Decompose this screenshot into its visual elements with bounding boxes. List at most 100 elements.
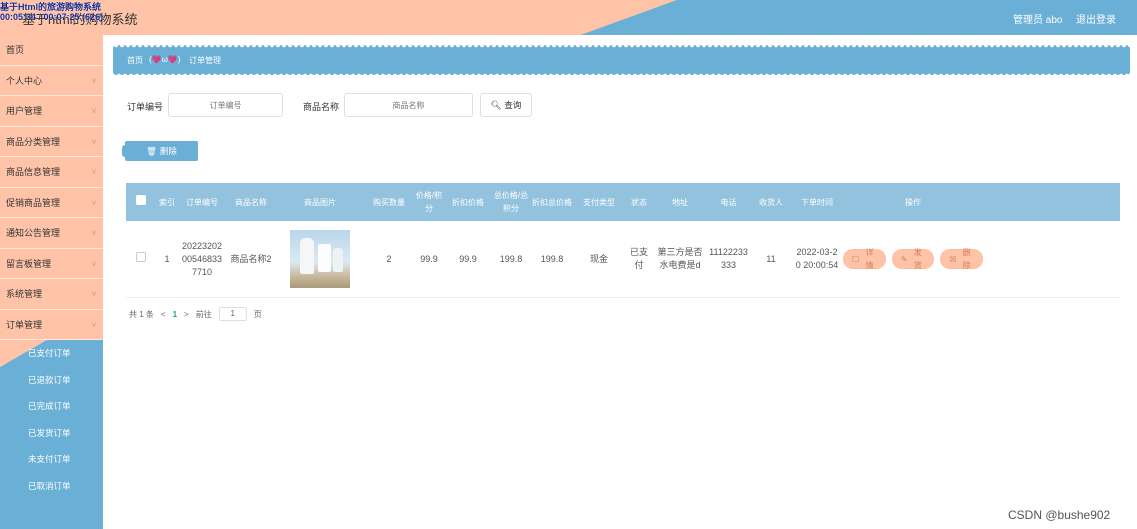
- sidebar: 首页 个人中心 ∨ 用户管理 ∨ 商品分类管理 ∨ 商品信息管理 ∨ 促销商品管理 ∨ 通知公告管理 ∨…: [0, 35, 103, 529]
- sidebar-item[interactable]: 系统管理 ∨: [0, 279, 103, 310]
- goto-label: 前往: [195, 309, 212, 319]
- breadcrumb-emoji: (💗ω💗): [149, 55, 181, 64]
- chevron-down-icon: ∨: [91, 75, 97, 85]
- submenu-item[interactable]: 已发货订单: [0, 420, 103, 447]
- column-header: 索引: [159, 197, 175, 207]
- cell-discount-total: 199.8: [540, 253, 564, 264]
- breadcrumb-current: 订单管理: [189, 56, 221, 65]
- column-header: 操作: [905, 197, 921, 207]
- trash-icon: ☒: [949, 254, 957, 264]
- chevron-down-icon: ∨: [91, 289, 97, 299]
- overlay-line-1: 基于Html的旅游购物系统: [0, 2, 102, 12]
- table-row: 1 2022320200546833 7710 商品名称2 2 99.9 99.9 199.…: [126, 221, 1120, 298]
- cell-phone: 11122233333: [709, 247, 748, 270]
- column-header: 电话: [720, 197, 737, 207]
- watermark: CSDN @bushe902: [1008, 508, 1111, 522]
- row-select-cell: [126, 252, 156, 266]
- sidebar-item[interactable]: 商品分类管理 ∨: [0, 126, 103, 157]
- next-page-button[interactable]: >: [184, 310, 189, 319]
- select-all-checkbox[interactable]: [136, 195, 146, 205]
- chevron-down-icon: ∨: [91, 228, 97, 238]
- sidebar-item[interactable]: 通知公告管理 ∨: [0, 218, 103, 249]
- submenu-item[interactable]: 已取消订单: [0, 473, 103, 500]
- sidebar-item[interactable]: 首页: [0, 35, 103, 66]
- column-header: 总价格/总积分: [493, 191, 529, 213]
- product-name-label: 商品名称: [303, 102, 340, 112]
- query-button[interactable]: 🔍︎ 查询: [480, 93, 532, 117]
- select-all-cell: [126, 195, 156, 209]
- ship-button[interactable]: ✎ 发货: [891, 248, 935, 270]
- column-header: 商品图片: [304, 197, 336, 207]
- cell-receiver: 11: [766, 253, 776, 264]
- product-name-input[interactable]: [344, 93, 473, 117]
- order-no-label: 订单编号: [127, 102, 164, 112]
- chevron-down-icon: ∨: [91, 106, 97, 116]
- detail-button[interactable]: ☐ 详情: [843, 248, 886, 270]
- sidebar-item-label: 订单管理: [6, 319, 43, 330]
- column-header: 订单编号: [186, 197, 218, 207]
- breadcrumb-home[interactable]: 首页: [127, 55, 143, 66]
- orders-table: 索引 订单编号 商品名称 商品图片 购买数量 价格/积分 折扣价格 总价格/总积分 折扣总价格 支…: [126, 183, 1120, 298]
- trash-icon: 🗑︎: [146, 145, 157, 156]
- cell-product: 商品名称2: [230, 253, 272, 264]
- batch-delete-label: 删除: [159, 146, 177, 156]
- chevron-down-icon: ∨: [91, 167, 97, 177]
- column-header: 地址: [672, 197, 688, 207]
- goto-page-input[interactable]: 1: [218, 307, 247, 321]
- submenu-item[interactable]: 已退款订单: [0, 367, 103, 394]
- page-unit: 页: [253, 309, 262, 319]
- batch-delete-button[interactable]: 🗑︎ 删除: [122, 141, 198, 161]
- pagination: 共 1 条 < 1 > 前往 1 页: [129, 307, 262, 321]
- logout-link[interactable]: 退出登录: [1076, 11, 1116, 26]
- chevron-down-icon: ∨: [91, 258, 97, 268]
- detail-button-label: 详情: [865, 248, 874, 270]
- order-no-input[interactable]: [168, 93, 283, 117]
- page-number[interactable]: 1: [173, 310, 177, 319]
- video-overlay-text: 基于Html的旅游购物系统 00:05:34 / 00:07:25 (626): [0, 2, 103, 22]
- submenu-item[interactable]: 已支付订单: [0, 340, 103, 367]
- order-submenu: 已支付订单 已退款订单 已完成订单 已发货订单 未支付订单 已取消订单: [0, 340, 103, 499]
- edit-icon: ✎: [900, 254, 908, 264]
- admin-name: 管理员 abo: [1013, 15, 1063, 26]
- submenu-item[interactable]: 已完成订单: [0, 393, 103, 420]
- cell-order-no: 2022320200546833 7710: [181, 240, 223, 277]
- breadcrumb: 首页 (💗ω💗) 订单管理: [113, 45, 1130, 75]
- chevron-down-icon: ∨: [91, 136, 97, 146]
- column-header: 商品名称: [235, 197, 267, 207]
- sidebar-item-label: 商品分类管理: [6, 136, 61, 147]
- sidebar-item-label: 用户管理: [6, 106, 43, 117]
- total-count: 共 1 条: [129, 309, 154, 319]
- cell-discount: 99.9: [459, 253, 477, 264]
- row-checkbox[interactable]: [136, 252, 146, 262]
- submenu-item[interactable]: 未支付订单: [0, 446, 103, 473]
- chevron-down-icon: ∨: [91, 319, 97, 329]
- sidebar-item[interactable]: 促销商品管理 ∨: [0, 187, 103, 218]
- detail-icon: ☐: [852, 254, 860, 264]
- sidebar-item[interactable]: 商品信息管理 ∨: [0, 157, 103, 188]
- sidebar-menu: 首页 个人中心 ∨ 用户管理 ∨ 商品分类管理 ∨ 商品信息管理 ∨ 促销商品管理 ∨ 通知公告管理 ∨…: [0, 35, 103, 340]
- sidebar-item-label: 商品信息管理: [6, 167, 61, 178]
- table-body: 1 2022320200546833 7710 商品名称2 2 99.9 99.9 199.…: [126, 221, 1120, 298]
- column-header: 价格/积分: [415, 191, 443, 213]
- column-header: 下单时间: [801, 197, 833, 207]
- delete-button[interactable]: ☒ 删除: [940, 248, 983, 270]
- top-header: 基于html的购物系统 基于Html的旅游购物系统 00:05:34 / 00:…: [0, 0, 1137, 35]
- cell-total: 199.8: [499, 253, 523, 264]
- chevron-down-icon: ∨: [91, 197, 97, 207]
- sidebar-item[interactable]: 用户管理 ∨: [0, 96, 103, 127]
- cell-time: 2022-03-20 20:00:54: [795, 247, 839, 270]
- prev-page-button[interactable]: <: [161, 310, 166, 319]
- sidebar-item-label: 促销商品管理: [6, 197, 61, 208]
- sidebar-item-label: 首页: [6, 45, 25, 56]
- column-header: 折扣价格: [452, 197, 484, 207]
- sidebar-item[interactable]: 个人中心 ∨: [0, 65, 103, 96]
- search-icon: 🔍︎: [490, 99, 502, 110]
- column-header: 购买数量: [373, 197, 405, 207]
- sidebar-item[interactable]: 订单管理 ∨: [0, 309, 103, 340]
- column-header: 支付类型: [583, 197, 615, 207]
- cell-status: 已支付: [629, 247, 648, 270]
- sidebar-item[interactable]: 留言板管理 ∨: [0, 248, 103, 279]
- table-header: 索引 订单编号 商品名称 商品图片 购买数量 价格/积分 折扣价格 总价格/总积分 折扣总价格 支…: [126, 183, 1120, 221]
- cell-address: 第三方是否水电费是d: [657, 247, 703, 270]
- overlay-line-2: 00:05:34 / 00:07:25 (626): [0, 12, 104, 22]
